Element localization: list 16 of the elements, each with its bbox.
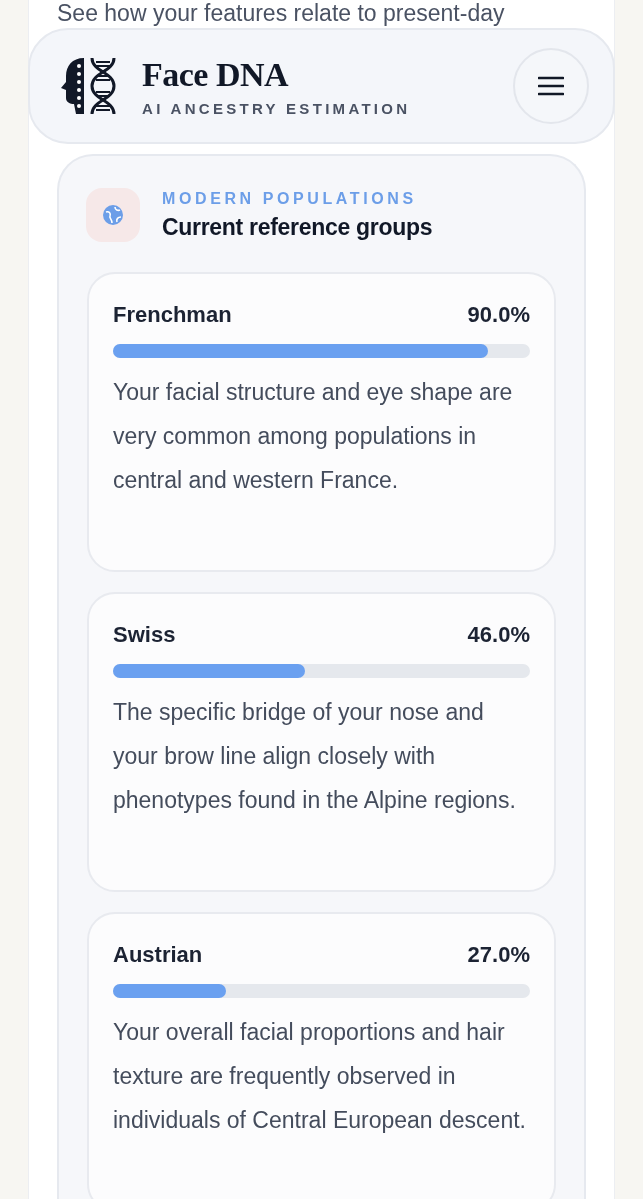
menu-icon (538, 76, 564, 96)
population-name: Frenchman (113, 302, 232, 328)
intro-text: See how your features relate to present-day (57, 0, 506, 28)
section-title: Current reference groups (162, 213, 433, 241)
population-description: Your facial structure and eye shape are very common among populations in central and western France. (113, 378, 514, 495)
globe-icon (102, 204, 124, 226)
population-name: Swiss (113, 622, 176, 648)
population-percent: 90.0% (467, 302, 530, 328)
population-name: Austrian (113, 942, 203, 968)
population-percent: 46.0% (467, 622, 530, 648)
population-description: The specific bridge of your nose and your brow line align closely with phenotypes found in the Alpine regions. (113, 698, 517, 815)
section-eyebrow: MODERN POPULATIONS (162, 189, 418, 208)
population-description: Your overall facial proportions and hair texture are frequently observed in individuals of Central European descent. (113, 1018, 527, 1135)
app-title: Face DNA (142, 55, 290, 94)
population-percent: 27.0% (467, 942, 530, 968)
app-subtitle: AI ANCESTRY ESTIMATION (142, 99, 412, 117)
